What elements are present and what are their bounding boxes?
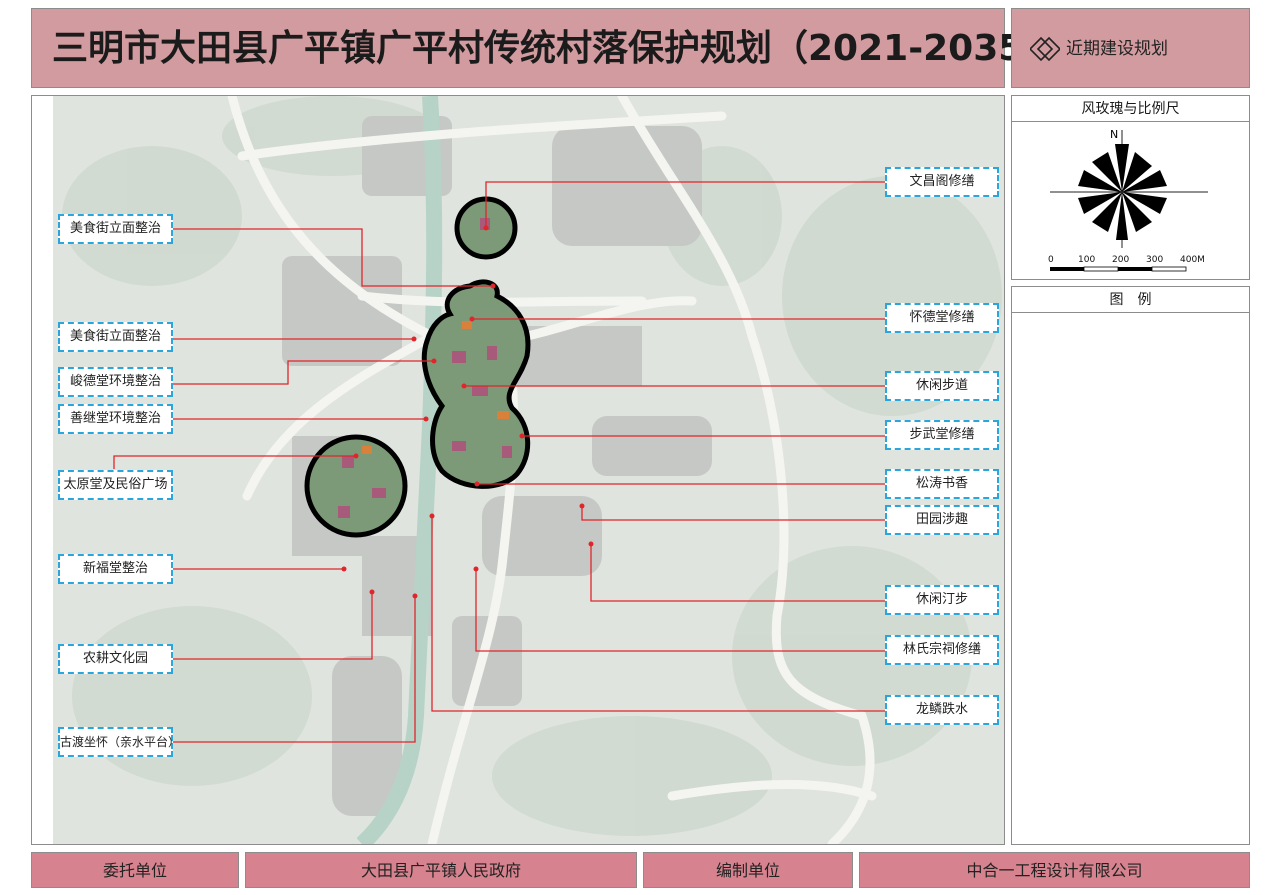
callout-lin-ancestral-hall[interactable]: 林氏宗祠修缮 [885,635,999,665]
callout-stepping-stones[interactable]: 休闲汀步 [885,585,999,615]
plan-map: 美食街立面整治 美食街立面整治 峻德堂环境整治 善继堂环境整治 太原堂及民俗广场… [31,95,1005,845]
scale-tick-0: 0 [1048,255,1054,265]
callout-junde-hall[interactable]: 峻德堂环境整治 [58,367,173,397]
callout-ancient-ferry[interactable]: 古渡坐怀（亲水平台） [58,727,180,757]
callout-food-street-facade-2[interactable]: 美食街立面整治 [58,322,173,352]
client-name: 大田县广平镇人民政府 [245,852,637,888]
title-panel: 三明市大田县广平镇广平村传统村落保护规划（2021-2035年） [31,8,1095,88]
callout-huaide-hall[interactable]: 怀德堂修缮 [885,303,999,333]
scale-tick-200: 200 [1112,255,1129,265]
callout-taiyuan-hall-plaza[interactable]: 太原堂及民俗广场 [58,470,173,500]
client-label: 委托单位 [31,852,239,888]
callout-songtao-books[interactable]: 松涛书香 [885,469,999,499]
plan-type-label: 近期建设规划 [1066,39,1168,59]
scale-tick-400: 400M [1180,255,1205,265]
scale-tick-100: 100 [1078,255,1095,265]
designer-name: 中合一工程设计有限公司 [859,852,1250,888]
compass-panel: 风玫瑰与比例尺 N 0 100 200 300 400M [1011,95,1250,280]
callout-buwu-hall[interactable]: 步武堂修缮 [885,420,999,450]
double-diamond-icon [1030,36,1060,62]
callout-wenchang-pavilion[interactable]: 文昌阁修缮 [885,167,999,197]
plan-type-panel: 近期建设规划 [1011,8,1250,88]
legend-heading: 图 例 [1012,287,1249,313]
legend-panel: 图 例 [1011,286,1250,845]
wind-rose-scale: N 0 100 200 300 400M [1048,128,1208,272]
scale-tick-300: 300 [1146,255,1163,265]
designer-label: 编制单位 [643,852,853,888]
callout-field-fun[interactable]: 田园涉趣 [885,505,999,535]
north-label: N [1110,128,1118,141]
map-drawing [32,96,1004,844]
callout-food-street-facade-1[interactable]: 美食街立面整治 [58,214,173,244]
callout-farming-culture-park[interactable]: 农耕文化园 [58,644,173,674]
compass-heading: 风玫瑰与比例尺 [1012,96,1249,122]
page-title: 三明市大田县广平镇广平村传统村落保护规划（2021-2035年） [52,28,1096,69]
callout-leisure-trail[interactable]: 休闲步道 [885,371,999,401]
callout-xinfu-hall[interactable]: 新福堂整治 [58,554,173,584]
scale-bar [1050,266,1187,272]
callout-shanji-hall[interactable]: 善继堂环境整治 [58,404,173,434]
callout-dragon-scale-waterfall[interactable]: 龙鳞跌水 [885,695,999,725]
wind-rose-icon [1050,130,1208,248]
